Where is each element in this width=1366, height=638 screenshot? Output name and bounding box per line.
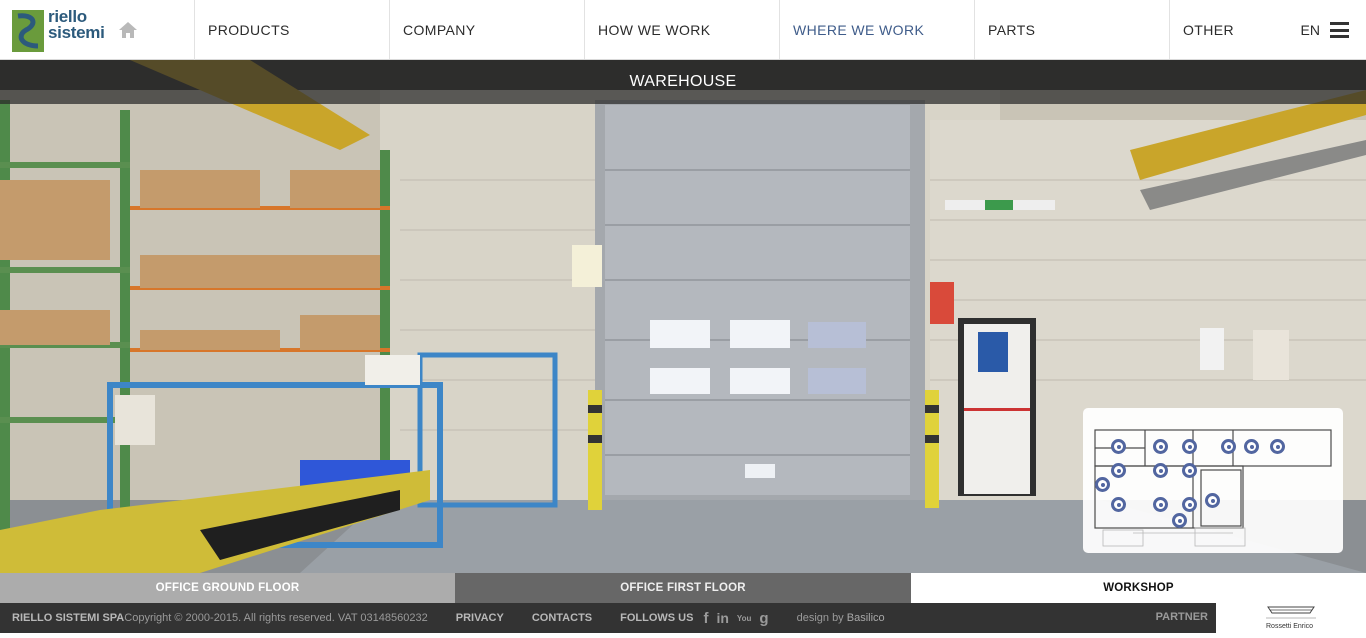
footer-partner-label: PARTNER	[1155, 611, 1208, 623]
nav-where-we-work[interactable]: WHERE WE WORK	[780, 0, 975, 59]
riello-logo-icon[interactable]	[12, 10, 44, 52]
footer-contacts-link[interactable]: CONTACTS	[532, 612, 592, 624]
brand-area: riello sistemi	[0, 0, 195, 60]
minimap-hotspot[interactable]	[1111, 439, 1126, 454]
logo-line-2: sistemi	[48, 23, 105, 42]
site-header: riello sistemi PRODUCTS COMPANY HOW WE W…	[0, 0, 1366, 60]
footer-company: RIELLO SISTEMI SPA	[12, 612, 125, 624]
minimap-hotspot[interactable]	[1244, 439, 1259, 454]
nav-how-we-work[interactable]: HOW WE WORK	[585, 0, 780, 59]
nav-products[interactable]: PRODUCTS	[195, 0, 390, 59]
minimap-hotspot[interactable]	[1182, 463, 1197, 478]
footer-designer-link[interactable]: Basilico	[847, 612, 885, 624]
nav-company[interactable]: COMPANY	[390, 0, 585, 59]
tab-office-ground-floor[interactable]: OFFICE GROUND FLOOR	[0, 573, 455, 603]
minimap-hotspot[interactable]	[1153, 463, 1168, 478]
social-links: f in You g	[703, 610, 776, 627]
googleplus-icon[interactable]: g	[759, 610, 768, 627]
floor-plan-minimap[interactable]	[1083, 408, 1343, 553]
area-tabs: OFFICE GROUND FLOOR OFFICE FIRST FLOOR W…	[0, 573, 1366, 603]
minimap-hotspot[interactable]	[1111, 463, 1126, 478]
footer-design-credit: design by Basilico	[797, 612, 885, 624]
minimap-hotspot[interactable]	[1095, 477, 1110, 492]
page-title: WAREHOUSE	[629, 73, 737, 90]
minimap-hotspot[interactable]	[1270, 439, 1285, 454]
floor-plan-drawing	[1094, 429, 1332, 547]
partner-logo[interactable]: Rossetti Enrico	[1216, 603, 1366, 633]
linkedin-icon[interactable]: in	[716, 610, 728, 626]
footer-privacy-link[interactable]: PRIVACY	[456, 612, 504, 624]
main-nav: PRODUCTS COMPANY HOW WE WORK WHERE WE WO…	[195, 0, 1366, 59]
partner-name: Rossetti Enrico	[1266, 623, 1314, 630]
youtube-icon[interactable]: You	[737, 614, 752, 623]
minimap-hotspot[interactable]	[1182, 439, 1197, 454]
language-selector[interactable]: EN	[1301, 22, 1320, 38]
tab-workshop[interactable]: WORKSHOP	[911, 573, 1366, 603]
hamburger-menu-icon[interactable]	[1330, 22, 1349, 38]
tab-office-first-floor[interactable]: OFFICE FIRST FLOOR	[455, 573, 911, 603]
minimap-hotspot[interactable]	[1111, 497, 1126, 512]
minimap-hotspot[interactable]	[1221, 439, 1236, 454]
minimap-hotspot[interactable]	[1153, 497, 1168, 512]
footer-follow-us: FOLLOWS US	[620, 612, 694, 624]
footer-copyright: Copyright © 2000-2015. All rights reserv…	[124, 612, 428, 624]
minimap-hotspot[interactable]	[1182, 497, 1197, 512]
logo-wordmark[interactable]: riello sistemi	[48, 8, 105, 42]
minimap-hotspot[interactable]	[1205, 493, 1220, 508]
site-footer: RIELLO SISTEMI SPA Copyright © 2000-2015…	[0, 603, 1216, 633]
facebook-icon[interactable]: f	[703, 610, 708, 627]
nav-parts[interactable]: PARTS	[975, 0, 1170, 59]
minimap-hotspot[interactable]	[1172, 513, 1187, 528]
home-icon[interactable]	[118, 21, 138, 39]
minimap-hotspot[interactable]	[1153, 439, 1168, 454]
footer-design-by: design by	[796, 612, 847, 624]
warehouse-panorama[interactable]: WAREHOUSE	[0, 60, 1366, 573]
